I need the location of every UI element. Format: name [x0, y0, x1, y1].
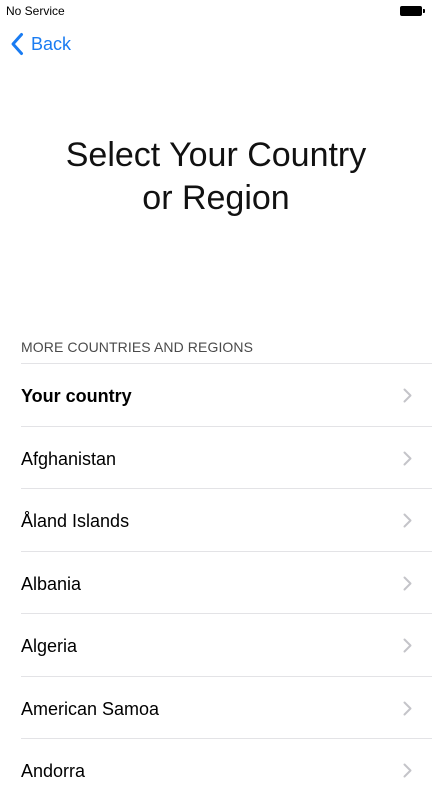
country-label: Andorra: [21, 761, 86, 781]
carrier-label: No Service: [6, 4, 65, 18]
battery-icon: [400, 6, 426, 16]
status-bar: No Service: [0, 0, 432, 22]
country-row[interactable]: Algeria: [21, 613, 432, 676]
chevron-right-icon: [403, 451, 412, 465]
back-label: Back: [31, 34, 72, 54]
country-list: Your country Afghanistan Åland Islands Alba…: [21, 363, 432, 801]
chevron-right-icon: [403, 513, 412, 528]
chevron-right-icon: [403, 576, 412, 590]
country-row[interactable]: Afghanistan: [21, 425, 432, 489]
back-button[interactable]: Back: [10, 31, 71, 57]
chevron-right-icon: [403, 638, 412, 653]
country-label: Albania: [21, 573, 82, 594]
country-label: Åland Islands: [21, 511, 130, 531]
page-title-line-2: or Region: [142, 179, 290, 217]
country-row[interactable]: American Samoa: [21, 675, 432, 739]
country-row[interactable]: Albania: [21, 550, 432, 614]
country-row[interactable]: Your country: [21, 363, 432, 426]
country-label: Afghanistan: [21, 448, 117, 469]
page-title-line-1: Select Your Country: [65, 136, 367, 174]
chevron-left-icon: [11, 33, 23, 55]
chevron-right-icon: [403, 763, 412, 778]
chevron-right-icon: [403, 388, 412, 403]
country-label: Your country: [21, 386, 132, 406]
chevron-right-icon: [403, 701, 412, 715]
country-label: Algeria: [21, 636, 78, 656]
country-label: American Samoa: [21, 698, 160, 719]
page-title: Select Your Country or Region: [0, 134, 432, 220]
section-header: MORE COUNTRIES AND REGIONS: [21, 339, 254, 355]
country-row[interactable]: Åland Islands: [21, 488, 432, 551]
country-row[interactable]: Andorra: [21, 738, 432, 801]
